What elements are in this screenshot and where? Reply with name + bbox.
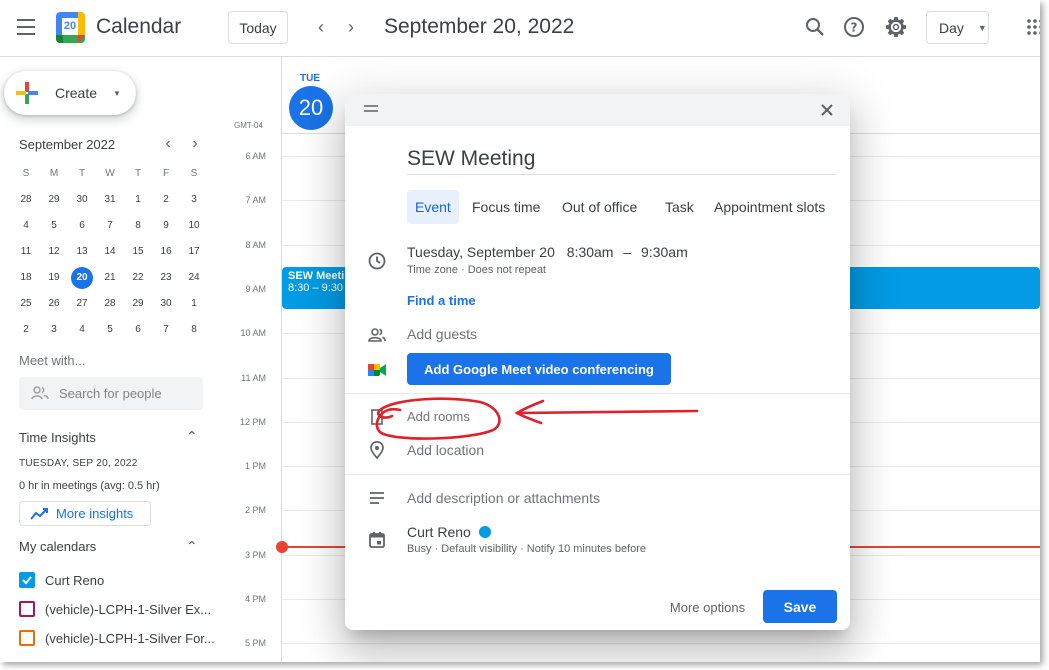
annotation-circle: [375, 397, 501, 440]
calendar-window: 20 Calendar Today ‹ › September 20, 2022…: [0, 0, 1040, 662]
red-annotation: [375, 397, 699, 440]
annotation-arrow-shaft: [515, 409, 699, 415]
